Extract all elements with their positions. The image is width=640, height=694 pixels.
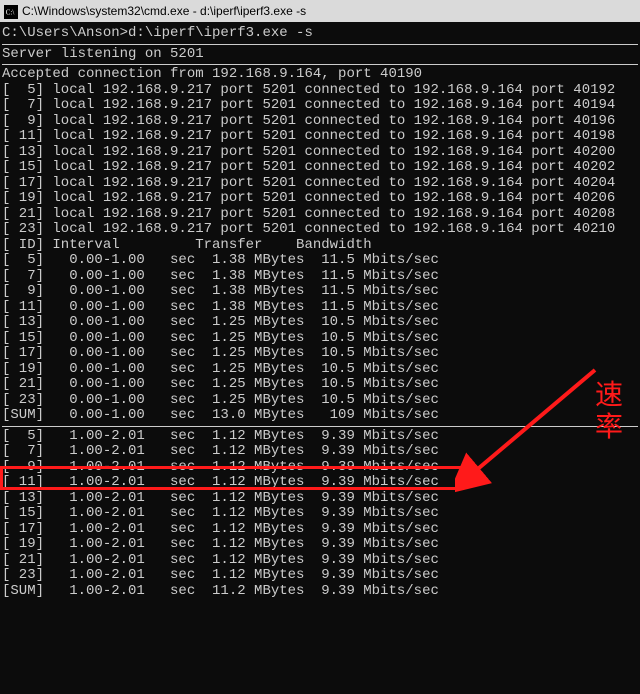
data-row: [ 17] 0.00-1.00 sec 1.25 MBytes 10.5 Mbi… — [2, 346, 638, 362]
data-row: [ 21] 1.00-2.01 sec 1.12 MBytes 9.39 Mbi… — [2, 553, 638, 569]
divider — [2, 64, 638, 65]
connection-line: [ 9] local 192.168.9.217 port 5201 conne… — [2, 114, 638, 130]
summary-row: [SUM] 0.00-1.00 sec 13.0 MBytes 109 Mbit… — [2, 408, 638, 424]
summary-row: [SUM] 1.00-2.01 sec 11.2 MBytes 9.39 Mbi… — [2, 584, 638, 600]
data-row: [ 13] 0.00-1.00 sec 1.25 MBytes 10.5 Mbi… — [2, 315, 638, 331]
accepted-connection: Accepted connection from 192.168.9.164, … — [2, 67, 638, 83]
window-title-bar[interactable]: C:\ C:\Windows\system32\cmd.exe - d:\ipe… — [0, 0, 640, 22]
data-row: [ 9] 1.00-2.01 sec 1.12 MBytes 9.39 Mbit… — [2, 460, 638, 476]
cmd-icon: C:\ — [4, 4, 18, 18]
data-row: [ 9] 0.00-1.00 sec 1.38 MBytes 11.5 Mbit… — [2, 284, 638, 300]
data-row: [ 23] 0.00-1.00 sec 1.25 MBytes 10.5 Mbi… — [2, 393, 638, 409]
connection-line: [ 15] local 192.168.9.217 port 5201 conn… — [2, 160, 638, 176]
connection-line: [ 19] local 192.168.9.217 port 5201 conn… — [2, 191, 638, 207]
connection-line: [ 23] local 192.168.9.217 port 5201 conn… — [2, 222, 638, 238]
data-row: [ 5] 1.00-2.01 sec 1.12 MBytes 9.39 Mbit… — [2, 429, 638, 445]
data-row: [ 7] 1.00-2.01 sec 1.12 MBytes 9.39 Mbit… — [2, 444, 638, 460]
connection-line: [ 17] local 192.168.9.217 port 5201 conn… — [2, 176, 638, 192]
connection-line: [ 5] local 192.168.9.217 port 5201 conne… — [2, 83, 638, 99]
data-row: [ 17] 1.00-2.01 sec 1.12 MBytes 9.39 Mbi… — [2, 522, 638, 538]
data-row: [ 19] 0.00-1.00 sec 1.25 MBytes 10.5 Mbi… — [2, 362, 638, 378]
connection-line: [ 21] local 192.168.9.217 port 5201 conn… — [2, 207, 638, 223]
divider — [2, 44, 638, 45]
table-header: [ ID] Interval Transfer Bandwidth — [2, 238, 638, 254]
data-row: [ 5] 0.00-1.00 sec 1.38 MBytes 11.5 Mbit… — [2, 253, 638, 269]
connection-line: [ 7] local 192.168.9.217 port 5201 conne… — [2, 98, 638, 114]
data-row: [ 15] 1.00-2.01 sec 1.12 MBytes 9.39 Mbi… — [2, 506, 638, 522]
data-row: [ 19] 1.00-2.01 sec 1.12 MBytes 9.39 Mbi… — [2, 537, 638, 553]
terminal-output[interactable]: C:\Users\Anson>d:\iperf\iperf3.exe -s Se… — [0, 22, 640, 603]
data-row: [ 11] 1.00-2.01 sec 1.12 MBytes 9.39 Mbi… — [2, 475, 638, 491]
svg-text:C:\: C:\ — [6, 9, 15, 17]
server-listen: Server listening on 5201 — [2, 47, 638, 63]
data-row: [ 21] 0.00-1.00 sec 1.25 MBytes 10.5 Mbi… — [2, 377, 638, 393]
data-row: [ 13] 1.00-2.01 sec 1.12 MBytes 9.39 Mbi… — [2, 491, 638, 507]
data-row: [ 15] 0.00-1.00 sec 1.25 MBytes 10.5 Mbi… — [2, 331, 638, 347]
divider — [2, 426, 638, 427]
connection-line: [ 13] local 192.168.9.217 port 5201 conn… — [2, 145, 638, 161]
connection-line: [ 11] local 192.168.9.217 port 5201 conn… — [2, 129, 638, 145]
prompt-line: C:\Users\Anson>d:\iperf\iperf3.exe -s — [2, 26, 638, 42]
window-title: C:\Windows\system32\cmd.exe - d:\iperf\i… — [22, 0, 306, 22]
data-row: [ 11] 0.00-1.00 sec 1.38 MBytes 11.5 Mbi… — [2, 300, 638, 316]
data-row: [ 23] 1.00-2.01 sec 1.12 MBytes 9.39 Mbi… — [2, 568, 638, 584]
data-row: [ 7] 0.00-1.00 sec 1.38 MBytes 11.5 Mbit… — [2, 269, 638, 285]
